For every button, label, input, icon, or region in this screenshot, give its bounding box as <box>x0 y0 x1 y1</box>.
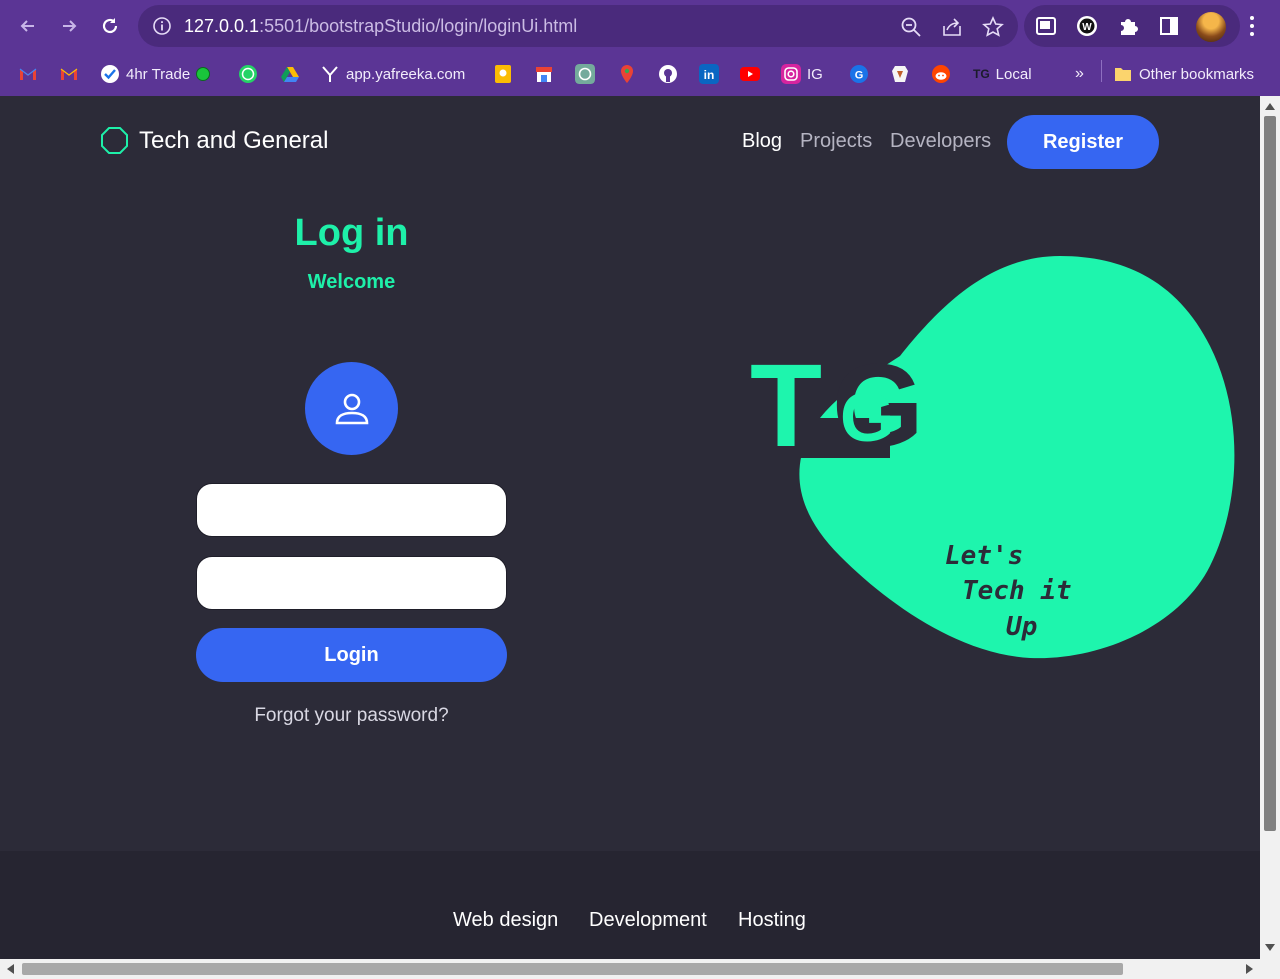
y-icon <box>322 66 338 82</box>
address-bar[interactable]: 127.0.0.1:5501/bootstrapStudio/login/log… <box>138 5 1018 47</box>
bookmark-star-icon[interactable] <box>982 16 1004 38</box>
bookmark-brave[interactable] <box>890 62 910 86</box>
bookmark-instagram[interactable]: IG <box>781 62 823 86</box>
profile-avatar[interactable] <box>1196 12 1226 42</box>
gmail-icon <box>19 68 37 80</box>
nav-link-projects[interactable]: Projects <box>800 130 872 153</box>
arrow-right-icon <box>63 20 77 32</box>
tagline-line-2: Tech it <box>962 576 1072 606</box>
gmail-icon <box>60 68 78 80</box>
store-icon <box>536 67 552 82</box>
logo-g-overlay-text: G <box>840 378 894 456</box>
menu-kebab-icon[interactable] <box>1244 12 1260 40</box>
forgot-password-link[interactable]: Forgot your password? <box>196 705 507 727</box>
maps-icon <box>621 65 633 83</box>
drive-icon <box>281 67 299 82</box>
horizontal-scroll-thumb[interactable] <box>22 963 1123 975</box>
tagline-line-1: Let's <box>945 541 1024 571</box>
bookmark-store[interactable] <box>534 62 554 86</box>
bookmark-maps[interactable] <box>617 62 637 86</box>
scroll-down-icon[interactable] <box>1265 944 1275 952</box>
svg-text:in: in <box>704 68 715 82</box>
scroll-right-icon[interactable] <box>1246 964 1254 974</box>
grammarly-icon: G <box>850 65 868 83</box>
password-input[interactable] <box>196 556 507 610</box>
extensions-puzzle-icon[interactable] <box>1117 15 1139 37</box>
register-button[interactable]: Register <box>1007 115 1159 169</box>
user-avatar <box>305 362 398 455</box>
share-icon[interactable] <box>941 16 963 38</box>
bookmark-whatsapp[interactable] <box>238 62 258 86</box>
scroll-up-icon[interactable] <box>1265 102 1275 110</box>
bookmark-4hr-trade[interactable]: 4hr Trade <box>100 62 211 86</box>
info-icon[interactable] <box>152 16 172 36</box>
footer-link-hosting[interactable]: Hosting <box>738 909 806 932</box>
vertical-scroll-thumb[interactable] <box>1264 116 1276 831</box>
linkedin-icon: in <box>699 64 719 84</box>
reddit-icon <box>932 65 950 83</box>
login-title: Log in <box>294 212 409 254</box>
bookmark-linkedin[interactable]: in <box>699 62 719 86</box>
chatgpt-icon <box>575 64 595 84</box>
welcome-subtitle: Welcome <box>307 271 396 293</box>
svg-text:W: W <box>1082 22 1092 33</box>
reload-icon <box>102 18 118 34</box>
github-icon <box>659 65 677 83</box>
bookmark-drive[interactable] <box>280 62 300 86</box>
tg-hero-illustration: G T G Let's Tech it Up <box>740 246 1260 666</box>
bookmark-youtube[interactable] <box>740 62 760 86</box>
nav-link-blog[interactable]: Blog <box>742 130 782 153</box>
tg-icon: TG <box>973 67 990 81</box>
url-text[interactable]: 127.0.0.1:5501/bootstrapStudio/login/log… <box>184 16 577 37</box>
svg-text:G: G <box>855 70 864 82</box>
bookmark-grammarly[interactable]: G <box>849 62 869 86</box>
logo-t-text: T <box>750 340 822 472</box>
wordpress-icon[interactable]: W <box>1076 15 1098 37</box>
scroll-left-icon[interactable] <box>6 964 14 974</box>
side-panel-icon[interactable] <box>1158 15 1180 37</box>
brave-icon <box>892 66 908 82</box>
status-dot-icon <box>196 67 211 81</box>
back-button[interactable] <box>12 10 44 42</box>
bookmark-gmail-1[interactable] <box>18 62 38 86</box>
octagon-logo-icon <box>101 127 128 154</box>
browser-toolbar: 127.0.0.1:5501/bootstrapStudio/login/log… <box>0 0 1280 52</box>
more-bookmarks-button[interactable]: » <box>1075 62 1084 86</box>
instagram-icon <box>781 64 801 84</box>
bookmark-keep[interactable] <box>493 62 513 86</box>
folder-icon <box>1115 68 1131 81</box>
forward-button[interactable] <box>53 10 85 42</box>
nav-link-developers[interactable]: Developers <box>890 130 991 153</box>
footer: Web design Development Hosting <box>0 851 1260 959</box>
page-viewport: Tech and General Blog Projects Developer… <box>0 96 1260 959</box>
bookmark-gmail-2[interactable] <box>59 62 79 86</box>
tagline-line-3: Up <box>1006 612 1038 642</box>
bookmark-yafreeka[interactable]: app.yafreeka.com <box>320 62 465 86</box>
bookmark-chatgpt[interactable] <box>575 62 595 86</box>
bookmark-reddit[interactable] <box>931 62 951 86</box>
other-bookmarks[interactable]: Other bookmarks <box>1113 62 1254 86</box>
check-icon <box>101 65 119 83</box>
reload-button[interactable] <box>94 10 126 42</box>
picture-in-picture-icon[interactable] <box>1035 15 1057 37</box>
username-input[interactable] <box>196 483 507 537</box>
user-icon <box>335 393 368 424</box>
brand-name: Tech and General <box>139 126 329 154</box>
footer-link-web-design[interactable]: Web design <box>453 909 558 932</box>
bookmark-local[interactable]: TG Local <box>973 62 1032 86</box>
horizontal-scrollbar[interactable] <box>0 959 1280 979</box>
bookmark-github[interactable] <box>658 62 678 86</box>
footer-link-development[interactable]: Development <box>589 909 707 932</box>
arrow-left-icon <box>20 20 34 32</box>
zoom-icon[interactable] <box>900 16 922 38</box>
youtube-icon <box>740 67 760 81</box>
bookmarks-separator <box>1101 60 1102 82</box>
vertical-scrollbar[interactable] <box>1260 96 1280 959</box>
whatsapp-icon <box>239 65 257 83</box>
brand[interactable]: Tech and General <box>100 126 328 155</box>
login-button[interactable]: Login <box>196 628 507 682</box>
keep-icon <box>495 65 511 83</box>
bookmarks-bar: 4hr Trade app.yafreeka.com in IG G TG Lo… <box>0 52 1280 96</box>
